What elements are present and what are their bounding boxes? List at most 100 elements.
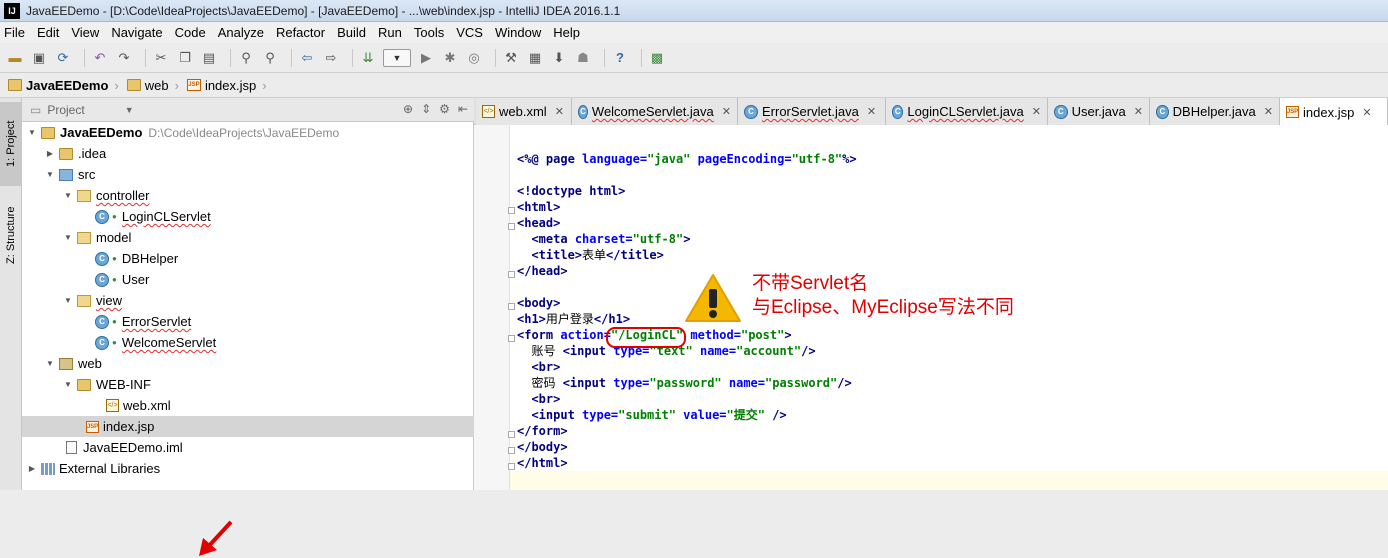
fold-marker-icon[interactable] bbox=[508, 463, 515, 470]
tree-item-iml[interactable]: JavaEEDemo.iml bbox=[22, 437, 474, 458]
expanded-arrow-icon[interactable]: ▼ bbox=[62, 380, 74, 389]
menu-refactor[interactable]: Refactor bbox=[276, 25, 325, 40]
tree-item-user[interactable]: C ● User bbox=[22, 269, 474, 290]
menu-file[interactable]: File bbox=[4, 25, 25, 40]
close-icon[interactable]: ✕ bbox=[867, 105, 876, 118]
expanded-arrow-icon[interactable]: ▼ bbox=[44, 170, 56, 179]
fold-marker-icon[interactable] bbox=[508, 431, 515, 438]
sync-icon[interactable]: ⟳ bbox=[54, 49, 72, 67]
tab-welcomeservlet[interactable]: C WelcomeServlet.java ✕ bbox=[572, 98, 738, 125]
code-line: </body> bbox=[517, 440, 568, 454]
close-icon[interactable]: ✕ bbox=[555, 105, 564, 118]
tab-web-xml[interactable]: </> web.xml ✕ bbox=[476, 98, 572, 125]
intellij-logo-icon: IJ bbox=[4, 2, 20, 19]
replace-icon[interactable]: ⚲ bbox=[261, 49, 279, 67]
make-project-icon[interactable]: ⇊ bbox=[359, 49, 377, 67]
menu-build[interactable]: Build bbox=[337, 25, 366, 40]
close-icon[interactable]: ✕ bbox=[1264, 105, 1273, 118]
close-icon[interactable]: ✕ bbox=[1134, 105, 1143, 118]
collapse-all-icon[interactable]: ⇕ bbox=[421, 102, 431, 116]
close-icon[interactable]: ✕ bbox=[722, 105, 731, 118]
tree-item-dbhelper[interactable]: C ● DBHelper bbox=[22, 248, 474, 269]
redo-icon[interactable]: ↷ bbox=[115, 49, 133, 67]
tree-item-external-libraries[interactable]: ▶ External Libraries bbox=[22, 458, 474, 479]
plugin-icon[interactable]: ▩ bbox=[648, 49, 666, 67]
chevron-down-icon[interactable]: ▼ bbox=[125, 105, 134, 115]
expanded-arrow-icon[interactable]: ▼ bbox=[44, 359, 56, 368]
menu-navigate[interactable]: Navigate bbox=[111, 25, 162, 40]
expanded-arrow-icon[interactable]: ▼ bbox=[62, 191, 74, 200]
menu-tools[interactable]: Tools bbox=[414, 25, 444, 40]
menu-vcs[interactable]: VCS bbox=[456, 25, 483, 40]
run-icon[interactable]: ▶ bbox=[417, 49, 435, 67]
tree-item-src[interactable]: ▼ src bbox=[22, 164, 474, 185]
tab-structure[interactable]: Z: Structure bbox=[0, 194, 22, 276]
code-line: 账号 <input type="text" name="account"/> bbox=[531, 344, 816, 358]
tab-dbhelper[interactable]: C DBHelper.java ✕ bbox=[1150, 98, 1280, 125]
menu-code[interactable]: Code bbox=[175, 25, 206, 40]
settings-icon[interactable]: ⚒ bbox=[502, 49, 520, 67]
copy-icon[interactable]: ❐ bbox=[176, 49, 194, 67]
undo-icon[interactable]: ↶ bbox=[91, 49, 109, 67]
find-icon[interactable]: ⚲ bbox=[237, 49, 255, 67]
fold-marker-icon[interactable] bbox=[508, 207, 515, 214]
tree-item-view[interactable]: ▼ view bbox=[22, 290, 474, 311]
fold-marker-icon[interactable] bbox=[508, 271, 515, 278]
tree-item-idea[interactable]: ▶ .idea bbox=[22, 143, 474, 164]
coverage-icon[interactable]: ◎ bbox=[465, 49, 483, 67]
tree-item-welcomeservlet[interactable]: C ● WelcomeServlet bbox=[22, 332, 474, 353]
fold-marker-icon[interactable] bbox=[508, 303, 515, 310]
tree-item-web-inf[interactable]: ▼ WEB-INF bbox=[22, 374, 474, 395]
forward-icon[interactable]: ⇨ bbox=[322, 49, 340, 67]
tree-item-controller[interactable]: ▼ controller bbox=[22, 185, 474, 206]
fold-marker-icon[interactable] bbox=[508, 223, 515, 230]
tab-loginclservlet[interactable]: C LoginCLServlet.java ✕ bbox=[886, 98, 1048, 125]
tab-index-jsp[interactable]: JSP index.jsp ✕ bbox=[1280, 98, 1388, 126]
scroll-from-source-icon[interactable]: ⊕ bbox=[403, 102, 413, 116]
expanded-arrow-icon[interactable]: ▼ bbox=[62, 233, 74, 242]
project-view-select[interactable]: Project bbox=[47, 103, 84, 117]
package-icon bbox=[77, 189, 91, 202]
run-config-select[interactable]: ▼ bbox=[383, 48, 411, 67]
gear-icon[interactable]: ⚙ bbox=[439, 102, 450, 116]
breadcrumb-item-file[interactable]: JSP index.jsp › bbox=[186, 78, 267, 93]
close-icon[interactable]: ✕ bbox=[1362, 106, 1371, 119]
android-icon[interactable]: ☗ bbox=[574, 49, 592, 67]
back-icon[interactable]: ⇦ bbox=[298, 49, 316, 67]
close-icon[interactable]: ✕ bbox=[1032, 105, 1041, 118]
save-all-icon[interactable]: ▣ bbox=[30, 49, 48, 67]
collapsed-arrow-icon[interactable]: ▶ bbox=[44, 149, 56, 158]
menu-edit[interactable]: Edit bbox=[37, 25, 59, 40]
menu-analyze[interactable]: Analyze bbox=[218, 25, 264, 40]
fold-marker-icon[interactable] bbox=[508, 335, 515, 342]
tree-item-model[interactable]: ▼ model bbox=[22, 227, 474, 248]
tree-item-project-root[interactable]: ▼ JavaEEDemo D:\Code\IdeaProjects\JavaEE… bbox=[22, 122, 474, 143]
tree-item-errorservlet[interactable]: C ● ErrorServlet bbox=[22, 311, 474, 332]
menu-view[interactable]: View bbox=[71, 25, 99, 40]
open-folder-icon[interactable]: ▬ bbox=[6, 49, 24, 67]
tree-item-loginclservlet[interactable]: C ● LoginCLServlet bbox=[22, 206, 474, 227]
tab-project[interactable]: 1: Project bbox=[0, 102, 22, 186]
debug-icon[interactable]: ✱ bbox=[441, 49, 459, 67]
sdk-manager-icon[interactable]: ⬇ bbox=[550, 49, 568, 67]
tree-item-index-jsp[interactable]: JSP index.jsp bbox=[22, 416, 474, 437]
help-icon[interactable]: ? bbox=[611, 49, 629, 67]
breadcrumb-item-project[interactable]: JavaEEDemo › bbox=[8, 78, 119, 93]
tree-item-web[interactable]: ▼ web bbox=[22, 353, 474, 374]
tab-errorservlet[interactable]: C ErrorServlet.java ✕ bbox=[738, 98, 886, 125]
menu-window[interactable]: Window bbox=[495, 25, 541, 40]
tab-user[interactable]: C User.java ✕ bbox=[1048, 98, 1150, 125]
tree-item-web-xml[interactable]: </> web.xml bbox=[22, 395, 474, 416]
breadcrumb-item-web[interactable]: web › bbox=[126, 78, 179, 93]
expanded-arrow-icon[interactable]: ▼ bbox=[26, 128, 38, 137]
fold-marker-icon[interactable] bbox=[508, 447, 515, 454]
menu-help[interactable]: Help bbox=[553, 25, 580, 40]
paste-icon[interactable]: ▤ bbox=[200, 49, 218, 67]
project-structure-icon[interactable]: ▦ bbox=[526, 49, 544, 67]
cut-icon[interactable]: ✂ bbox=[152, 49, 170, 67]
hide-panel-icon[interactable]: ⇤ bbox=[458, 102, 468, 116]
collapsed-arrow-icon[interactable]: ▶ bbox=[26, 464, 38, 473]
java-class-icon: C bbox=[95, 335, 109, 350]
menu-run[interactable]: Run bbox=[378, 25, 402, 40]
expanded-arrow-icon[interactable]: ▼ bbox=[62, 296, 74, 305]
